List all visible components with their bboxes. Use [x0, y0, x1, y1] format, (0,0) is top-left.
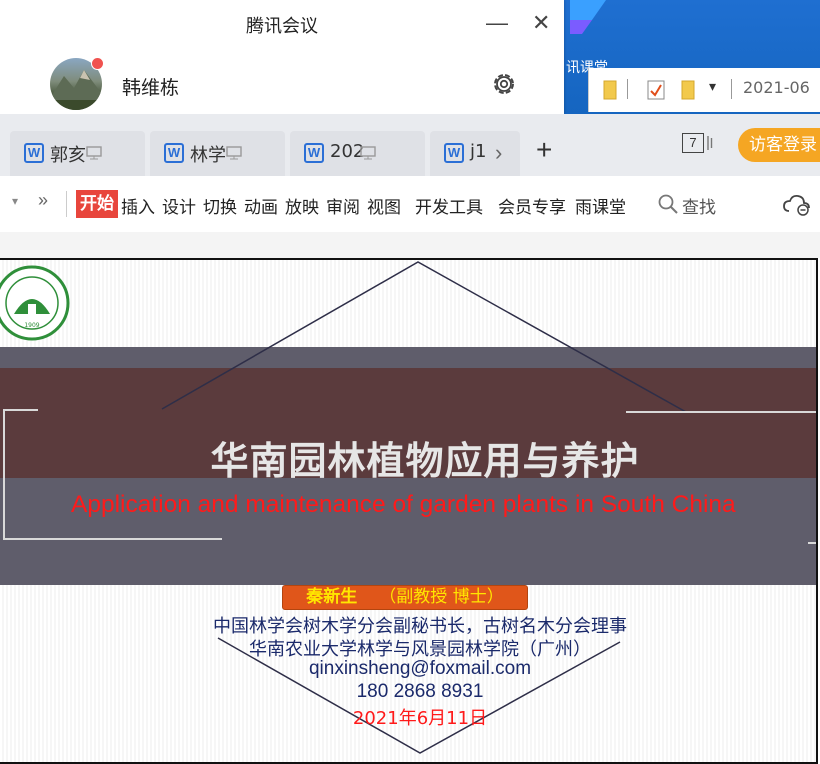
menu-tab-design[interactable]: 设计: [162, 193, 196, 218]
menu-tab-rain-classroom[interactable]: 雨课堂: [575, 193, 626, 218]
properties-icon[interactable]: [647, 80, 665, 100]
menu-more-button[interactable]: »: [38, 190, 48, 211]
menu-tab-animation[interactable]: 动画: [244, 193, 278, 218]
author-badge[interactable]: 秦新生 （副教授 博士）: [282, 585, 528, 610]
meeting-window-title: 腾讯会议: [246, 16, 318, 37]
meeting-window: 腾讯会议 — ✕ 韩维栋: [0, 0, 564, 114]
wps-writer-icon: W: [304, 143, 324, 163]
monitor-icon: [86, 146, 102, 160]
wps-writer-icon: W: [24, 143, 44, 163]
author-phone[interactable]: 180 2868 8931: [0, 681, 816, 703]
menu-tab-developer[interactable]: 开发工具: [415, 193, 483, 218]
author-name: 秦新生: [306, 587, 358, 607]
presentation-date[interactable]: 2021年6月11日: [0, 704, 816, 730]
university-logo-icon: 1909: [0, 265, 70, 341]
document-tab-bar: W 郭亥 W 林学 W 202 W j1 › + 7 访客登录: [0, 114, 820, 176]
slide-subtitle[interactable]: Application and maintenance of garden pl…: [71, 491, 736, 519]
document-tab-label: 郭亥: [50, 145, 86, 166]
search-icon[interactable]: [658, 194, 678, 214]
author-email[interactable]: qinxinsheng@foxmail.com: [0, 658, 816, 680]
visitor-login-button[interactable]: 访客登录: [738, 128, 820, 162]
slide-title[interactable]: 华南园林植物应用与养护: [0, 430, 816, 485]
minimize-button[interactable]: —: [486, 10, 508, 36]
new-folder-icon[interactable]: [679, 80, 697, 100]
monitor-icon: [226, 146, 242, 160]
search-label[interactable]: 查找: [682, 193, 716, 218]
document-tab-label: j1: [470, 141, 487, 162]
monitor-icon: [360, 146, 376, 160]
menu-tab-start[interactable]: 开始: [76, 190, 118, 218]
wps-writer-icon: W: [444, 143, 464, 163]
close-button[interactable]: ✕: [532, 10, 550, 36]
window-stack-icon: [707, 136, 713, 150]
gear-icon[interactable]: [490, 70, 518, 98]
explorer-date-text: 2021-06: [743, 78, 810, 97]
file-explorer-toolbar: ▾ 2021-06: [588, 68, 820, 112]
wps-writer-icon: W: [164, 143, 184, 163]
menu-tab-slideshow[interactable]: 放映: [285, 193, 319, 218]
user-name: 韩维栋: [122, 77, 180, 99]
notification-dot: [91, 57, 104, 70]
slide-canvas[interactable]: 1909 华南园林植物应用与养护 Application and mainten…: [0, 258, 818, 764]
document-tab-label: 林学: [190, 145, 226, 166]
document-tab-3[interactable]: W 202: [290, 131, 425, 176]
menu-divider: [66, 191, 67, 217]
document-tab-4[interactable]: W j1: [430, 131, 520, 176]
customize-dropdown-icon[interactable]: ▾: [709, 78, 716, 95]
logo-year: 1909: [24, 322, 39, 329]
toolbar-separator: [627, 79, 628, 99]
document-tab-1[interactable]: W 郭亥: [10, 131, 145, 176]
new-tab-button[interactable]: +: [536, 134, 552, 166]
ribbon-menu-bar: ▾ » 开始 插入 设计 切换 动画 放映 审阅 视图 开发工具 会员专享 雨课…: [0, 176, 820, 233]
menu-tab-member[interactable]: 会员专享: [498, 193, 566, 218]
document-tab-2[interactable]: W 林学: [150, 131, 285, 176]
window-count-icon[interactable]: 7: [682, 133, 704, 153]
menu-tab-insert[interactable]: 插入: [121, 193, 155, 218]
menu-tab-review[interactable]: 审阅: [326, 193, 360, 218]
chevron-down-icon[interactable]: ▾: [12, 194, 18, 208]
menu-tab-transition[interactable]: 切换: [203, 193, 237, 218]
toolbar-separator: [731, 79, 732, 99]
app-shortcut-icon[interactable]: [566, 0, 608, 34]
folder-icon[interactable]: [601, 80, 619, 100]
tab-scroll-right-button[interactable]: ›: [495, 140, 502, 166]
author-title: （副教授 博士）: [379, 587, 504, 607]
menu-tab-view[interactable]: 视图: [367, 193, 401, 218]
slide-canvas-gap: [0, 232, 820, 258]
cloud-sync-icon[interactable]: [783, 194, 811, 216]
